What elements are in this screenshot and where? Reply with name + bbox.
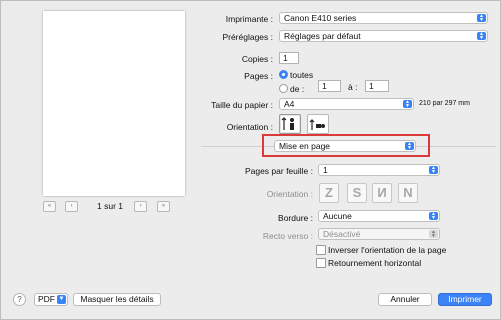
paper-size-label: Taille du papier : [211,100,273,110]
direction-n-reverse-button[interactable]: N [372,183,392,203]
updown-chevron-icon: ▲ ▼ [403,100,412,109]
last-page-button[interactable]: » [157,201,170,212]
previous-page-button[interactable]: ‹ [65,201,78,212]
printer-label: Imprimante : [225,14,273,24]
direction-z-button[interactable]: Z [319,183,339,203]
paper-size-select[interactable]: A4 ▲ ▼ [279,98,414,110]
presets-label: Préréglages : [222,32,273,42]
next-page-button[interactable]: › [134,201,147,212]
print-button[interactable]: Imprimer [438,293,492,306]
updown-chevron-icon: ▲ ▼ [477,32,486,41]
border-select[interactable]: Aucune ▲ ▼ [318,210,440,222]
first-page-button[interactable]: « [43,201,56,212]
pages-per-sheet-value: 1 [323,165,328,175]
horizontal-flip-label: Retournement horizontal [328,258,422,268]
updown-chevron-icon: ▲ ▼ [405,142,414,151]
two-sided-value: Désactivé [323,229,361,239]
pages-all-label: toutes [290,70,314,80]
horizontal-flip-checkbox[interactable] [316,258,326,268]
presets-select[interactable]: Réglages par défaut ▲ ▼ [279,30,488,42]
cancel-button[interactable]: Annuler [378,293,432,306]
portrait-person-icon [281,117,294,130]
orientation-portrait-button[interactable] [279,114,301,134]
chevron-down-icon: ▼ [57,295,66,304]
paper-size-value: A4 [284,99,295,109]
updown-chevron-icon: ▲ ▼ [429,230,438,239]
printer-select[interactable]: Canon E410 series ▲ ▼ [279,12,488,24]
pages-per-sheet-select[interactable]: 1 ▲ ▼ [318,164,440,176]
two-sided-select[interactable]: Désactivé ▲ ▼ [318,228,440,240]
pages-to-input[interactable]: 1 [365,80,389,92]
border-label: Bordure : [278,213,313,223]
pages-to-label: à : [348,82,358,92]
section-value: Mise en page [279,141,331,151]
section-select[interactable]: Mise en page ▲ ▼ [274,140,416,152]
landscape-person-icon [309,119,325,130]
updown-chevron-icon: ▲ ▼ [429,212,438,221]
reverse-orientation-label: Inverser l'orientation de la page [328,245,447,255]
orientation-label: Orientation : [226,122,273,132]
presets-value: Réglages par défaut [284,31,361,41]
paper-dimensions: 210 par 297 mm [419,100,470,107]
copies-label: Copies : [241,54,273,64]
updown-chevron-icon: ▲ ▼ [477,14,486,23]
orientation-landscape-button[interactable] [307,114,329,134]
help-button[interactable]: ? [13,293,26,306]
pdf-menu-button[interactable]: PDF ▼ [34,293,68,306]
pdf-label: PDF [38,294,55,304]
printer-value: Canon E410 series [284,13,357,23]
pages-from-label: de : [290,84,305,94]
two-sided-label: Recto verso : [262,231,313,241]
updown-chevron-icon: ▲ ▼ [429,166,438,175]
pages-all-radio[interactable] [279,70,288,79]
pages-label: Pages : [244,71,273,81]
hide-details-button[interactable]: Masquer les détails [73,293,161,306]
pages-range-radio[interactable] [279,84,288,93]
pages-from-input[interactable]: 1 [318,80,341,92]
border-value: Aucune [323,211,352,221]
print-dialog: « ‹ 1 sur 1 › » Imprimante : Canon E410 … [0,0,501,320]
pages-per-sheet-label: Pages par feuille : [244,166,313,176]
direction-s-button[interactable]: S [347,183,367,203]
copies-input[interactable]: 1 [279,52,299,64]
page-preview [43,11,185,196]
layout-direction-label: Orientation : [266,189,313,199]
direction-n-button[interactable]: N [398,183,418,203]
reverse-orientation-checkbox[interactable] [316,245,326,255]
page-indicator: 1 sur 1 [97,201,123,211]
